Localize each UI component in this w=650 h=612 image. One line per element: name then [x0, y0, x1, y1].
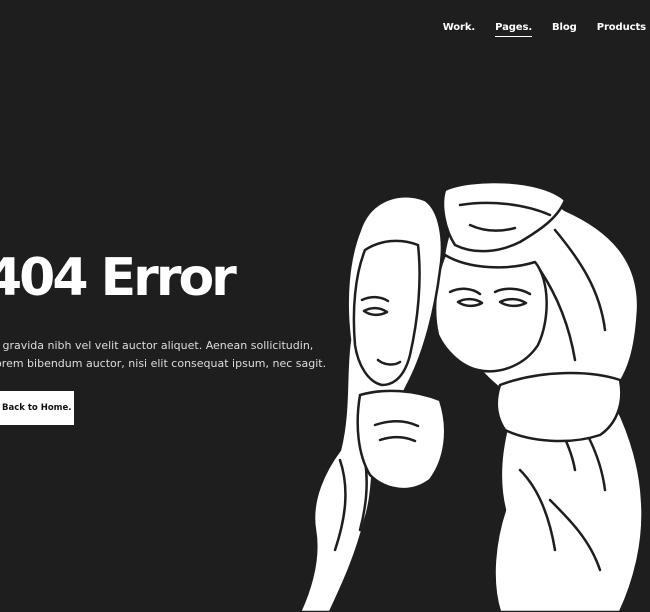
error-description: n gravida nibh vel velit auctor aliquet.…: [0, 339, 327, 370]
main-nav: Work. Pages. Blog Products: [423, 22, 646, 37]
two-women-illustration: [300, 180, 644, 612]
back-home-button[interactable]: Back to Home.: [0, 391, 74, 425]
nav-item-products[interactable]: Products: [597, 22, 646, 37]
nav-item-pages[interactable]: Pages.: [495, 22, 532, 37]
nav-item-blog[interactable]: Blog: [552, 22, 577, 37]
back-woman-collar: [495, 371, 623, 443]
nav-item-work[interactable]: Work.: [443, 22, 476, 37]
page-title: 404 Error: [0, 248, 237, 308]
front-woman-collar: [356, 389, 447, 491]
back-woman-face: [433, 253, 548, 373]
